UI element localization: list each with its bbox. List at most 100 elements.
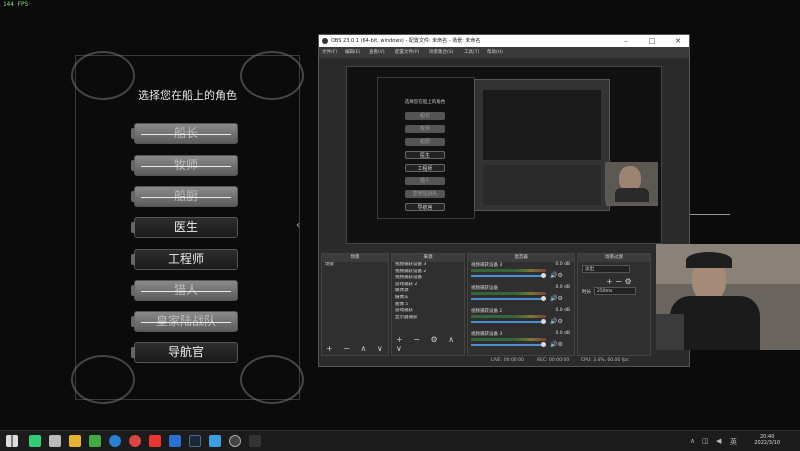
scene-item[interactable]: 场景 bbox=[322, 262, 388, 269]
menu-file[interactable]: 文件(F) bbox=[322, 47, 337, 58]
transitions-dock: 场景过渡 淡出 + − ⚙ 时长 250ms bbox=[577, 253, 651, 356]
source-item[interactable]: 图像 5 bbox=[392, 302, 464, 309]
mixer-channel-db: 0.0 dB bbox=[555, 262, 570, 267]
menu-tools[interactable]: 工具(T) bbox=[464, 47, 479, 58]
role-button-priest[interactable]: 牧师 bbox=[131, 155, 238, 176]
role-button-marines[interactable]: 皇家陆战队 bbox=[131, 311, 238, 332]
qq-icon[interactable] bbox=[209, 435, 221, 447]
transition-add-remove[interactable]: + − ⚙ bbox=[606, 277, 632, 286]
source-item[interactable]: 视频捕获设备 3 bbox=[392, 262, 464, 269]
role-button-doctor[interactable]: 医生 bbox=[131, 217, 238, 238]
sources-dock-controls[interactable]: + − ⚙ ∧ ∨ bbox=[392, 335, 464, 353]
cpu-fps: CPU: 3.4%, 60.00 fps bbox=[581, 358, 629, 363]
mixer-channel-db: 0.0 dB bbox=[555, 308, 570, 313]
obs-preview[interactable]: 选择您在船上的角色 船长 牧师 船厨 医生 工程师 猎人 皇家陆战队 导航官 bbox=[346, 66, 662, 244]
volume-slider-handle[interactable] bbox=[541, 296, 546, 301]
tray-ime-icon[interactable]: 英 bbox=[730, 437, 737, 447]
obs-window-title: OBS 23.0.1 (64-bit, windows) - 配置文件: 未命名… bbox=[331, 38, 481, 44]
preview-role-priest: 牧师 bbox=[405, 125, 445, 133]
role-button-captain[interactable]: 船长 bbox=[131, 123, 238, 144]
speaker-icon[interactable]: 🔊⚙ bbox=[550, 341, 563, 348]
source-item[interactable]: 视频捕获设备 bbox=[392, 275, 464, 282]
mixer-channel-db: 0.0 dB bbox=[555, 331, 570, 336]
tray-volume-icon[interactable]: ◀ bbox=[716, 437, 721, 445]
menu-edit[interactable]: 编辑(E) bbox=[345, 47, 360, 58]
store-icon[interactable] bbox=[89, 435, 101, 447]
volume-slider[interactable] bbox=[471, 298, 543, 300]
sources-dock: 来源 视频捕获设备 3 视频捕获设备 2 视频捕获设备 游戏捕获 2 媒体源 摄… bbox=[391, 253, 465, 356]
volume-slider[interactable] bbox=[471, 344, 543, 346]
mixer-channel: 视频捕获设备 2 0.0 dB 🔊⚙ bbox=[468, 308, 574, 331]
mixer-channel-name: 视频捕获设备 3 bbox=[471, 263, 503, 268]
transition-select[interactable]: 淡出 bbox=[582, 265, 630, 273]
app-icon[interactable] bbox=[249, 435, 261, 447]
rec-timer: REC: 00:00:00 bbox=[537, 358, 570, 363]
role-select-title: 选择您在船上的角色 bbox=[138, 89, 237, 102]
weibo-icon[interactable] bbox=[149, 435, 161, 447]
fps-counter: 144 FPS bbox=[3, 1, 29, 8]
role-button-navigator[interactable]: 导航官 bbox=[131, 342, 238, 363]
mixer-channel: 视频捕获设备 3 0.0 dB 🔊⚙ bbox=[468, 331, 574, 354]
volume-slider-handle[interactable] bbox=[541, 342, 546, 347]
volume-meter bbox=[471, 269, 546, 272]
obs-logo-icon bbox=[322, 38, 328, 44]
speaker-icon[interactable]: 🔊⚙ bbox=[550, 318, 563, 325]
scenes-dock-controls[interactable]: + − ∧ ∨ bbox=[322, 344, 387, 353]
preview-role-doctor: 医生 bbox=[405, 151, 445, 159]
tray-network-icon[interactable]: ◫ bbox=[702, 437, 709, 445]
folder-icon[interactable] bbox=[69, 435, 81, 447]
source-item[interactable]: 游戏捕获 2 bbox=[392, 282, 464, 289]
minimize-icon[interactable]: – bbox=[619, 35, 633, 47]
volume-slider[interactable] bbox=[471, 321, 543, 323]
scenes-dock: 场景 场景 + − ∧ ∨ bbox=[321, 253, 389, 356]
preview-role-navigator: 导航官 bbox=[405, 203, 445, 211]
close-icon[interactable]: ✕ bbox=[671, 35, 685, 47]
shield-icon[interactable] bbox=[169, 435, 181, 447]
obs-titlebar[interactable]: OBS 23.0.1 (64-bit, windows) - 配置文件: 未命名… bbox=[319, 35, 689, 47]
source-item[interactable]: 视频捕获设备 2 bbox=[392, 269, 464, 276]
webcam-overlay bbox=[656, 244, 800, 350]
clock-date: 2022/3/10 bbox=[754, 440, 780, 446]
volume-slider-handle[interactable] bbox=[541, 273, 546, 278]
source-item[interactable]: 游戏捕获 bbox=[392, 308, 464, 315]
chrome-icon[interactable] bbox=[129, 435, 141, 447]
mixer-channel-name: 视频捕获设备 3 bbox=[471, 332, 503, 337]
volume-slider[interactable] bbox=[471, 275, 543, 277]
menu-profile[interactable]: 配置文件(P) bbox=[395, 47, 419, 58]
source-item[interactable]: 摄像头 bbox=[392, 295, 464, 302]
steam-icon[interactable] bbox=[189, 435, 201, 447]
mixer-channel: 视频捕获设备 0.0 dB 🔊⚙ bbox=[468, 285, 574, 308]
preview-role-captain: 船长 bbox=[405, 112, 445, 120]
role-button-engineer[interactable]: 工程师 bbox=[131, 249, 238, 270]
volume-meter bbox=[471, 292, 546, 295]
body-shape bbox=[615, 188, 649, 202]
preview-nested-screen bbox=[483, 90, 601, 160]
arrow-left-icon[interactable]: ‹ bbox=[296, 220, 300, 231]
role-button-cook[interactable]: 船厨 bbox=[131, 186, 238, 207]
search-icon[interactable] bbox=[29, 435, 41, 447]
transitions-dock-header: 场景过渡 bbox=[578, 254, 650, 262]
mixer-dock: 混音器 视频捕获设备 3 0.0 dB 🔊⚙ 视频捕获设备 0.0 dB 🔊⚙ … bbox=[467, 253, 575, 356]
role-button-hunter[interactable]: 猎人 bbox=[131, 280, 238, 301]
menu-scene-collection[interactable]: 场景集合(S) bbox=[429, 47, 453, 58]
source-item[interactable]: 媒体源 bbox=[392, 288, 464, 295]
maximize-icon[interactable]: □ bbox=[645, 35, 659, 47]
menu-help[interactable]: 帮助(H) bbox=[487, 47, 503, 58]
preview-role-engineer: 工程师 bbox=[405, 164, 445, 172]
source-item[interactable]: 显示器捕获 bbox=[392, 315, 464, 322]
speaker-icon[interactable]: 🔊⚙ bbox=[550, 272, 563, 279]
preview-title: 选择您在船上的角色 bbox=[404, 100, 446, 105]
scenes-dock-header: 场景 bbox=[322, 254, 388, 262]
task-view-icon[interactable] bbox=[49, 435, 61, 447]
sword-ornament bbox=[690, 214, 730, 215]
duration-input[interactable]: 250ms bbox=[594, 287, 636, 295]
tray-chevron-icon[interactable]: ∧ bbox=[690, 437, 695, 445]
mixer-channel-db: 0.0 dB bbox=[555, 285, 570, 290]
start-icon[interactable] bbox=[6, 435, 18, 447]
taskbar-clock[interactable]: 20:40 2022/3/10 bbox=[754, 434, 780, 446]
edge-icon[interactable] bbox=[109, 435, 121, 447]
menu-view[interactable]: 查看(V) bbox=[369, 47, 385, 58]
speaker-icon[interactable]: 🔊⚙ bbox=[550, 295, 563, 302]
volume-slider-handle[interactable] bbox=[541, 319, 546, 324]
obs-icon[interactable] bbox=[229, 435, 241, 447]
